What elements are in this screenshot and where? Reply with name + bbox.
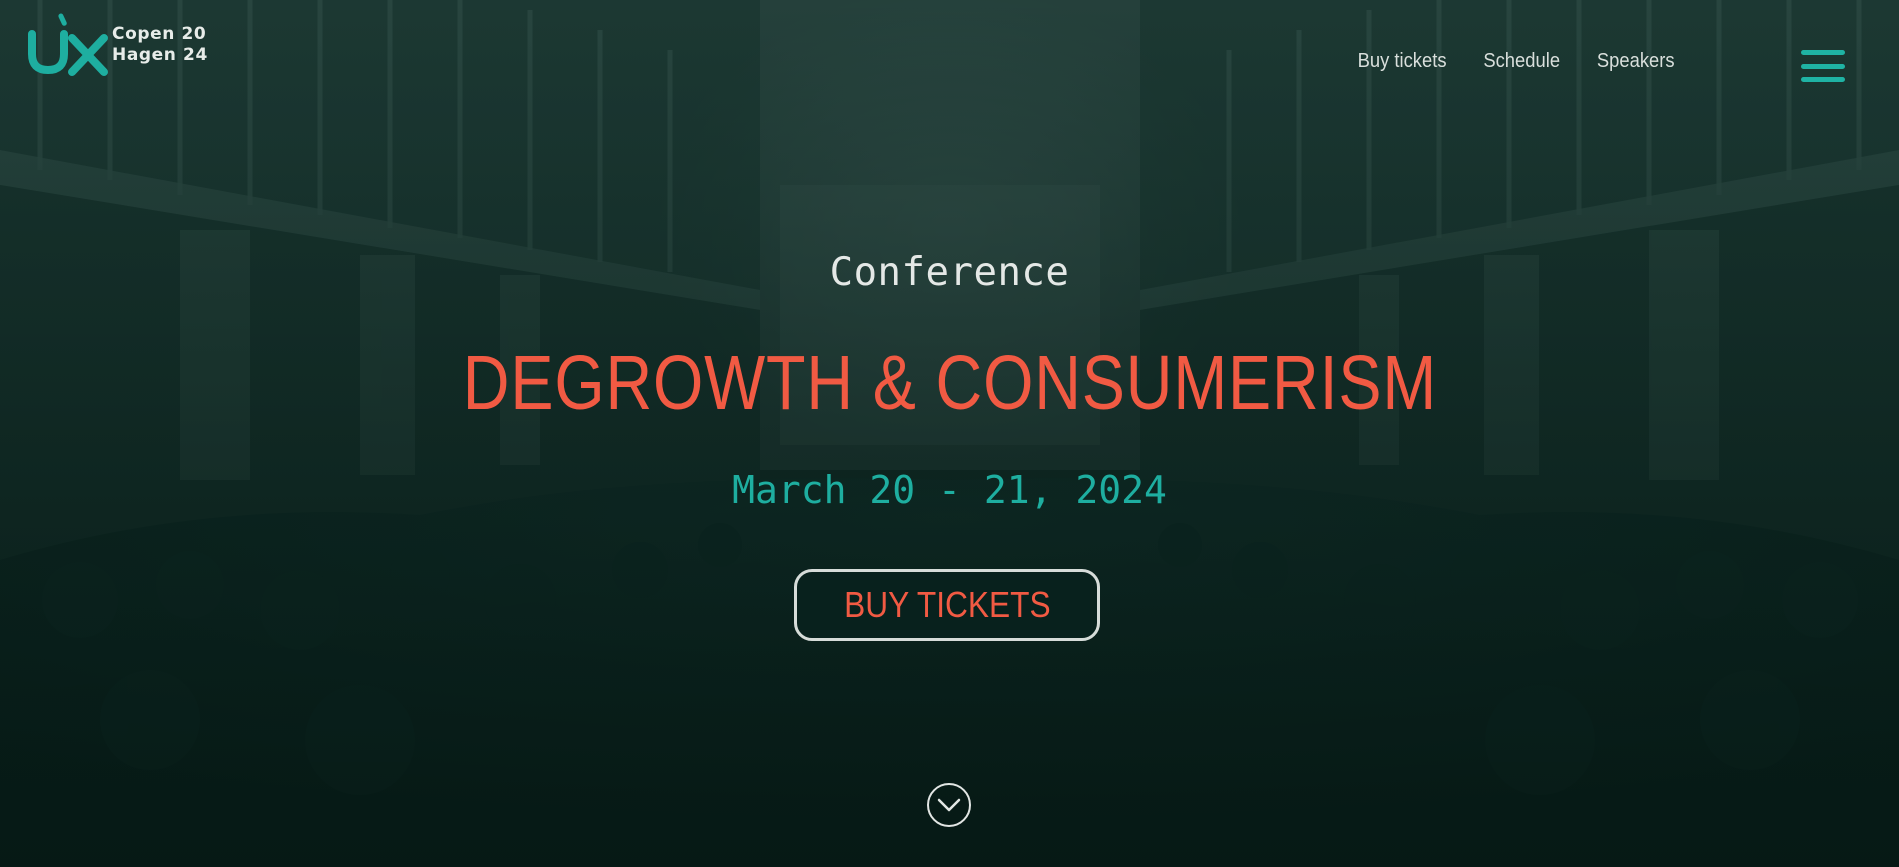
event-dates: March 20 - 21, 2024	[732, 468, 1167, 512]
top-navigation: Buy tickets Schedule Speakers	[1358, 46, 1675, 76]
site-logo[interactable]: Copen 20 Hagen 24	[28, 12, 228, 78]
logo-line-2: Hagen 24	[112, 45, 208, 65]
menu-bar-top	[1801, 50, 1845, 55]
hero-title: DEGROWTH & CONSUMERISM	[0, 338, 1899, 428]
hero-section: Copen 20 Hagen 24 Buy tickets Schedule S…	[0, 0, 1899, 867]
ux-logo-icon	[28, 12, 112, 78]
nav-schedule[interactable]: Schedule	[1484, 46, 1561, 76]
hero-subtitle: Conference	[829, 250, 1070, 295]
chevron-down-icon	[937, 798, 961, 812]
hero-title-text: DEGROWTH & CONSUMERISM	[462, 340, 1437, 426]
menu-bar-middle	[1801, 63, 1845, 69]
nav-buy-tickets[interactable]: Buy tickets	[1358, 46, 1447, 76]
logo-line-1: Copen 20	[112, 24, 207, 44]
logo-wordmark: Copen 20 Hagen 24	[112, 24, 208, 66]
buy-tickets-button[interactable]: BUY TICKETS	[794, 569, 1100, 641]
hamburger-menu-icon[interactable]	[1801, 50, 1845, 82]
chevron-down-circle-icon[interactable]	[927, 783, 971, 827]
menu-bar-bottom	[1801, 77, 1845, 82]
background-hall-image	[0, 0, 1899, 867]
buy-tickets-button-label: BUY TICKETS	[843, 584, 1051, 625]
nav-speakers[interactable]: Speakers	[1597, 46, 1675, 76]
